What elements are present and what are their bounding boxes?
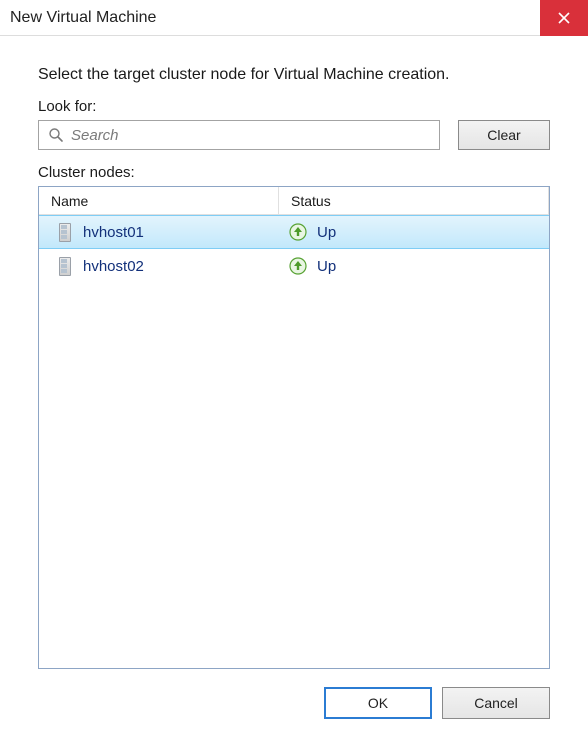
- titlebar: New Virtual Machine: [0, 0, 588, 36]
- ok-button[interactable]: OK: [324, 687, 432, 719]
- column-header-status[interactable]: Status: [279, 187, 549, 214]
- node-name: hvhost01: [83, 224, 144, 241]
- window-title: New Virtual Machine: [10, 9, 540, 27]
- search-field-wrap: [38, 120, 440, 150]
- status-up-icon: [289, 257, 307, 275]
- list-header: Name Status: [39, 187, 549, 215]
- server-icon: [57, 256, 73, 276]
- instruction-text: Select the target cluster node for Virtu…: [38, 66, 550, 84]
- list-body: hvhost01 Up hvhost02 Up: [39, 215, 549, 668]
- look-for-label: Look for:: [38, 98, 550, 115]
- close-icon: [558, 12, 570, 24]
- cancel-button[interactable]: Cancel: [442, 687, 550, 719]
- column-header-name[interactable]: Name: [39, 187, 279, 214]
- table-row[interactable]: hvhost01 Up: [39, 215, 549, 249]
- cluster-nodes-label: Cluster nodes:: [38, 164, 550, 181]
- dialog-content: Select the target cluster node for Virtu…: [0, 36, 588, 737]
- cell-name: hvhost01: [39, 222, 279, 242]
- cell-status: Up: [279, 257, 549, 275]
- close-button[interactable]: [540, 0, 588, 36]
- dialog-window: New Virtual Machine Select the target cl…: [0, 0, 588, 737]
- search-row: Clear: [38, 120, 550, 150]
- clear-button[interactable]: Clear: [458, 120, 550, 150]
- search-input[interactable]: [71, 121, 439, 149]
- node-status: Up: [317, 258, 336, 275]
- search-icon: [47, 126, 65, 144]
- node-name: hvhost02: [83, 258, 144, 275]
- status-up-icon: [289, 223, 307, 241]
- node-status: Up: [317, 224, 336, 241]
- cell-status: Up: [279, 223, 549, 241]
- cluster-nodes-list: Name Status hvhost01 Up hvhost02 Up: [38, 186, 550, 669]
- cell-name: hvhost02: [39, 256, 279, 276]
- table-row[interactable]: hvhost02 Up: [39, 249, 549, 283]
- dialog-footer: OK Cancel: [38, 669, 550, 719]
- server-icon: [57, 222, 73, 242]
